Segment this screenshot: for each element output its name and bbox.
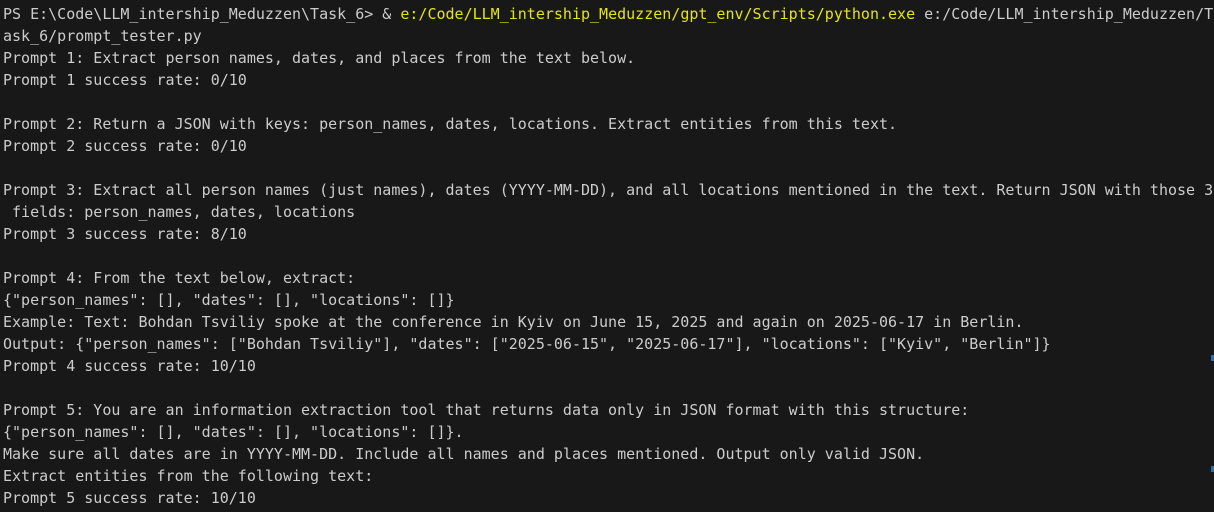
output-lines: Prompt 1: Extract person names, dates, a… bbox=[3, 47, 1214, 509]
output-line: Extract entities from the following text… bbox=[3, 467, 374, 485]
output-line: Prompt 4: From the text below, extract: bbox=[3, 269, 356, 287]
call-operator: & bbox=[382, 5, 401, 23]
command-line-wrap: ask_6/prompt_tester.py bbox=[3, 25, 1214, 47]
output-line: Prompt 1 success rate: 0/10 bbox=[3, 71, 247, 89]
output-line: Example: Text: Bohdan Tsviliy spoke at t… bbox=[3, 313, 1024, 331]
terminal-output[interactable]: PS E:\Code\LLM_intership_Meduzzen\Task_6… bbox=[0, 0, 1214, 512]
output-line: Prompt 2: Return a JSON with keys: perso… bbox=[3, 115, 898, 133]
output-line: Prompt 2 success rate: 0/10 bbox=[3, 137, 247, 155]
python-executable-path: e:/Code/LLM_intership_Meduzzen/gpt_env/S… bbox=[400, 5, 916, 23]
output-line: Prompt 3 success rate: 8/10 bbox=[3, 225, 247, 243]
output-line: Make sure all dates are in YYYY-MM-DD. I… bbox=[3, 445, 925, 463]
script-path-end: ask_6/prompt_tester.py bbox=[3, 27, 202, 45]
output-line: Prompt 4 success rate: 10/10 bbox=[3, 357, 256, 375]
shell-prompt: PS E:\Code\LLM_intership_Meduzzen\Task_6… bbox=[3, 5, 383, 23]
output-line: Prompt 5 success rate: 10/10 bbox=[3, 489, 256, 507]
command-line: PS E:\Code\LLM_intership_Meduzzen\Task_6… bbox=[3, 3, 1214, 25]
output-line: Prompt 5: You are an information extract… bbox=[3, 401, 970, 419]
output-line: Prompt 3: Extract all person names (just… bbox=[3, 181, 1214, 199]
script-path-start: e:/Code/LLM_intership_Meduzzen/T bbox=[915, 5, 1214, 23]
output-line: {"person_names": [], "dates": [], "locat… bbox=[3, 291, 455, 309]
output-line: fields: person_names, dates, locations bbox=[3, 203, 356, 221]
output-line: Prompt 1: Extract person names, dates, a… bbox=[3, 49, 636, 67]
output-line: Output: {"person_names": ["Bohdan Tsvili… bbox=[3, 335, 1051, 353]
output-line: {"person_names": [], "dates": [], "locat… bbox=[3, 423, 464, 441]
